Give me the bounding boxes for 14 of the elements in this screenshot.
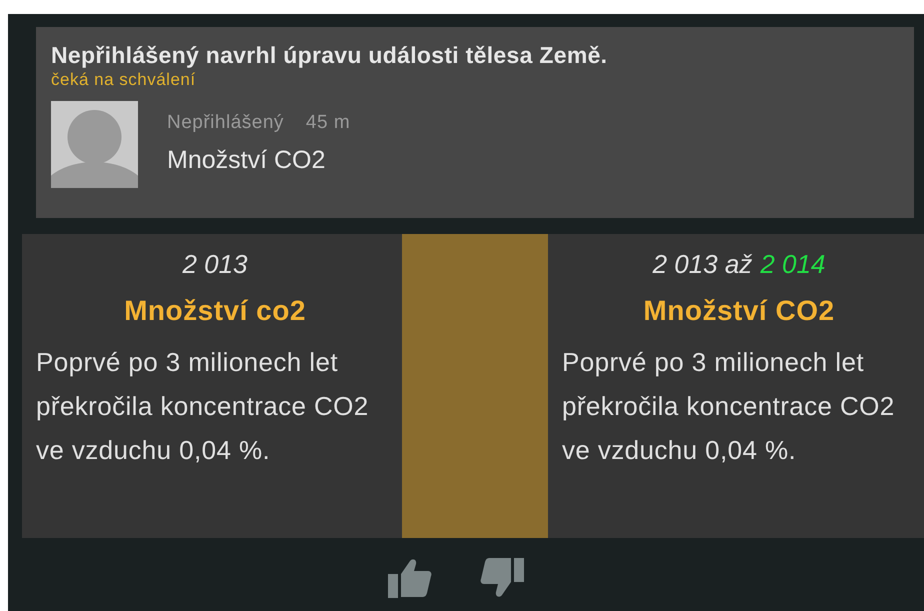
status-label: čeká na schválení [51,70,197,90]
avatar-icon [51,101,138,188]
event-description: Poprvé po 3 milionech let překročila koncentrace CO2 ve vzduchu 0,04 %. [36,346,370,467]
event-title: Množství CO2 [167,144,326,176]
event-title: Množství CO2 [642,294,836,328]
notification-headline: Nepřihlášený navrhl úpravu události tělesa Země. [51,41,608,70]
date-label: 2 014 [760,248,826,280]
date-label: 2 013 až [652,248,752,280]
thumbs-up-icon[interactable] [388,558,432,598]
event-description: Poprvé po 3 milionech let překročila koncentrace CO2 ve vzduchu 0,04 %. [562,346,896,467]
event-title: Množství co2 [123,294,307,328]
time-ago: 45 m [306,111,350,135]
date-label: 2 013 [182,248,248,280]
author-name: Nepřihlášený [167,111,284,135]
